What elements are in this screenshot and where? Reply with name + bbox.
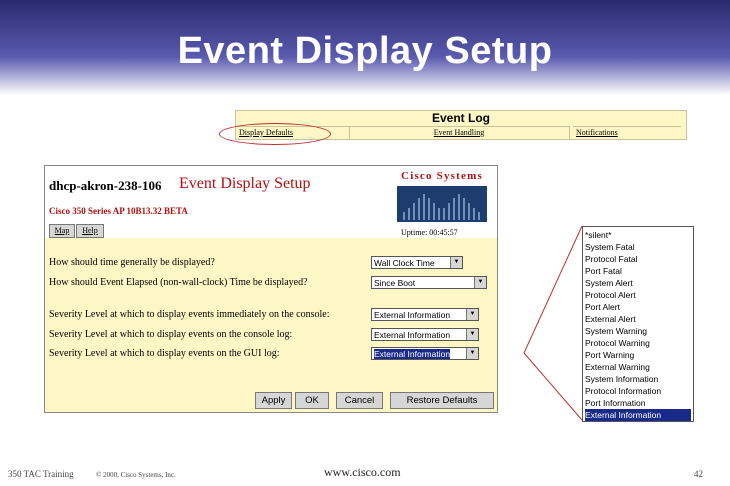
cancel-button[interactable]: Cancel bbox=[336, 392, 383, 409]
chevron-down-icon[interactable]: ▼ bbox=[474, 277, 486, 288]
dropdown-option[interactable]: System Fatal bbox=[585, 241, 691, 253]
model-label: Cisco 350 Series AP 10B13.32 BETA bbox=[49, 206, 188, 216]
dropdown-option[interactable]: Protocol Warning bbox=[585, 337, 691, 349]
question-elapsed-time: How should Event Elapsed (non-wall-clock… bbox=[49, 277, 308, 288]
footer-url: www.cisco.com bbox=[324, 465, 401, 479]
chevron-down-icon[interactable]: ▼ bbox=[450, 257, 462, 268]
dropdown-option[interactable]: External Warning bbox=[585, 361, 691, 373]
dropdown-option[interactable]: System Warning bbox=[585, 325, 691, 337]
dropdown-option[interactable]: System Information bbox=[585, 373, 691, 385]
console-log-select[interactable]: External Information ▼ bbox=[371, 328, 479, 341]
console-immediate-select[interactable]: External Information ▼ bbox=[371, 308, 479, 321]
cisco-logo: Cisco Systems bbox=[393, 168, 491, 228]
apply-button[interactable]: Apply bbox=[255, 392, 292, 409]
question-console-log: Severity Level at which to display event… bbox=[49, 329, 293, 340]
dropdown-option[interactable]: Protocol Fatal bbox=[585, 253, 691, 265]
dropdown-option[interactable]: Port Information bbox=[585, 397, 691, 409]
ok-button[interactable]: OK bbox=[295, 392, 329, 409]
question-console-immediate: Severity Level at which to display event… bbox=[49, 309, 330, 320]
host-name: dhcp-akron-238-106 bbox=[49, 178, 162, 193]
uptime-label: Uptime: 00:45:57 bbox=[401, 228, 458, 237]
question-gui-log: Severity Level at which to display event… bbox=[49, 348, 280, 359]
dropdown-option[interactable]: External Alert bbox=[585, 313, 691, 325]
tab-notifications[interactable]: Notifications bbox=[573, 126, 681, 139]
dropdown-option[interactable]: Port Alert bbox=[585, 301, 691, 313]
dropdown-option[interactable]: Port Warning bbox=[585, 349, 691, 361]
help-button[interactable]: Help bbox=[76, 224, 104, 238]
time-display-select[interactable]: Wall Clock Time ▼ bbox=[371, 256, 463, 269]
logo-text: Cisco Systems bbox=[401, 170, 483, 182]
footer-copyright: © 2000, Cisco Systems, Inc. bbox=[96, 471, 176, 479]
question-time-display: How should time generally be displayed? bbox=[49, 257, 215, 268]
page-title: Event Display Setup bbox=[179, 175, 311, 192]
chevron-down-icon[interactable]: ▼ bbox=[466, 329, 478, 340]
event-display-frame: dhcp-akron-238-106 Event Display Setup C… bbox=[44, 165, 498, 413]
highlight-oval bbox=[219, 123, 331, 145]
dropdown-option-selected[interactable]: External Information bbox=[585, 409, 691, 421]
map-button[interactable]: Map bbox=[49, 224, 75, 238]
tab-event-handling[interactable]: Event Handling bbox=[349, 126, 570, 139]
chevron-down-icon[interactable]: ▼ bbox=[466, 309, 478, 320]
dropdown-option[interactable]: Port Fatal bbox=[585, 265, 691, 277]
dropdown-option[interactable]: *silent* bbox=[585, 229, 691, 241]
footer-course: 350 TAC Training bbox=[8, 469, 74, 479]
cisco-bridge-icon bbox=[397, 186, 487, 222]
page-number: 42 bbox=[694, 469, 703, 479]
severity-dropdown-list[interactable]: *silent* System Fatal Protocol Fatal Por… bbox=[582, 226, 694, 422]
gui-log-select[interactable]: External Information ▼ bbox=[371, 347, 479, 360]
dropdown-option[interactable]: Protocol Information bbox=[585, 385, 691, 397]
dropdown-option[interactable]: Protocol Alert bbox=[585, 289, 691, 301]
slide-title: Event Display Setup bbox=[177, 30, 553, 72]
restore-defaults-button[interactable]: Restore Defaults bbox=[390, 392, 494, 409]
chevron-down-icon[interactable]: ▼ bbox=[466, 348, 478, 359]
dropdown-option[interactable]: System Alert bbox=[585, 277, 691, 289]
elapsed-time-select[interactable]: Since Boot ▼ bbox=[371, 276, 487, 289]
